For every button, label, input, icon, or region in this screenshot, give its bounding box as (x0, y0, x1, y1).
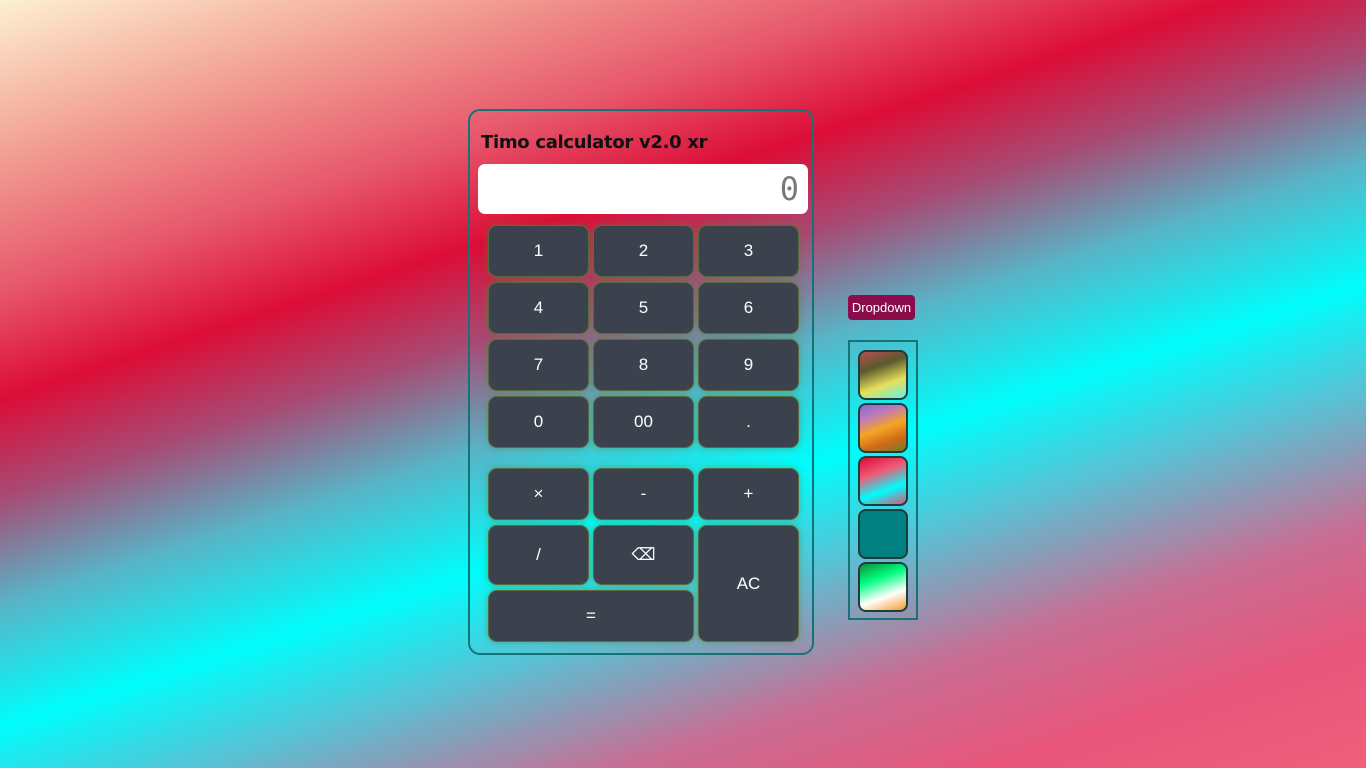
theme-swatch-panel (848, 340, 918, 620)
calculator-display: 0 (478, 164, 808, 214)
key-8[interactable]: 8 (593, 339, 694, 391)
theme-swatch-teal[interactable] (858, 509, 908, 559)
key-9[interactable]: 9 (698, 339, 799, 391)
theme-swatch-red-cyan[interactable] (858, 456, 908, 506)
key-2[interactable]: 2 (593, 225, 694, 277)
theme-dropdown-button[interactable]: Dropdown (848, 295, 915, 320)
key-5[interactable]: 5 (593, 282, 694, 334)
key-divide[interactable]: / (488, 525, 589, 585)
key-1[interactable]: 1 (488, 225, 589, 277)
key-plus[interactable]: + (698, 468, 799, 520)
calculator-title: Timo calculator v2.0 xr (481, 132, 708, 153)
theme-swatch-purple-orange[interactable] (858, 403, 908, 453)
theme-swatch-olive-yellow-cyan[interactable] (858, 350, 908, 400)
key-minus[interactable]: - (593, 468, 694, 520)
key-4[interactable]: 4 (488, 282, 589, 334)
calculator-panel: Timo calculator v2.0 xr 0 1 2 3 4 5 6 7 … (468, 109, 814, 655)
key-00[interactable]: 00 (593, 396, 694, 448)
display-value: 0 (779, 170, 800, 208)
key-6[interactable]: 6 (698, 282, 799, 334)
key-backspace[interactable]: ⌫ (593, 525, 694, 585)
backspace-icon: ⌫ (631, 545, 656, 564)
key-0[interactable]: 0 (488, 396, 589, 448)
key-multiply[interactable]: × (488, 468, 589, 520)
key-decimal-point[interactable]: . (698, 396, 799, 448)
theme-swatch-green-white-orange[interactable] (858, 562, 908, 612)
key-3[interactable]: 3 (698, 225, 799, 277)
key-7[interactable]: 7 (488, 339, 589, 391)
key-all-clear[interactable]: AC (698, 525, 799, 642)
key-equals[interactable]: = (488, 590, 694, 642)
